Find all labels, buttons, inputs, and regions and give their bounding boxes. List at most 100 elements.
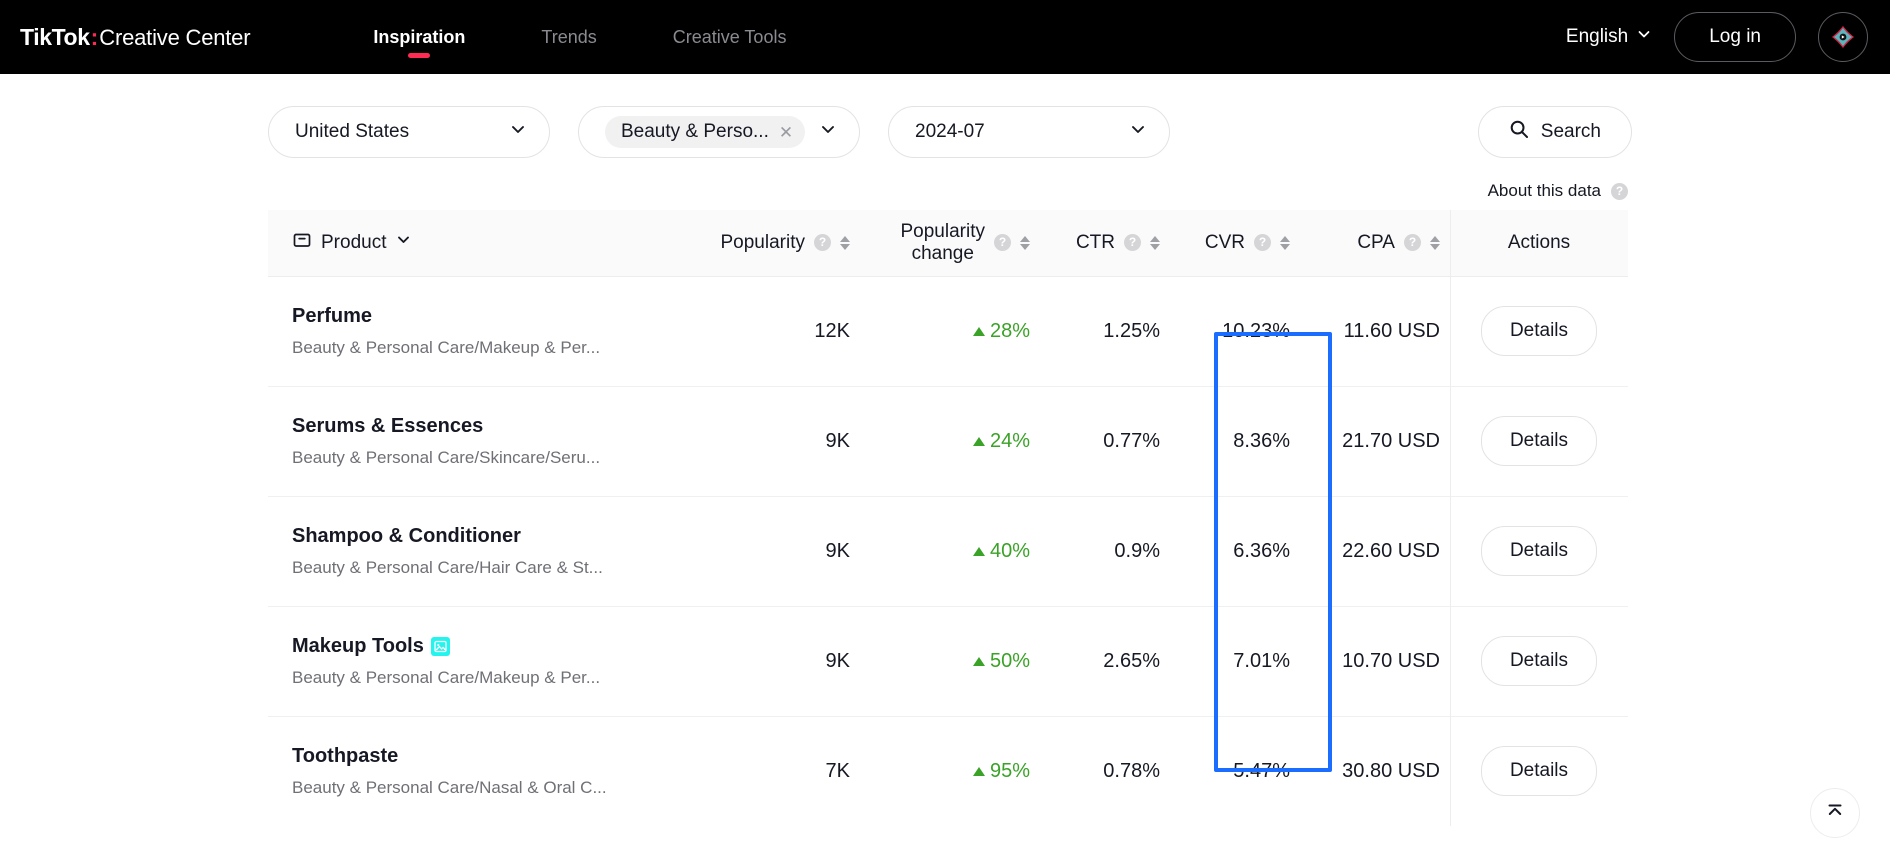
brand-creative-center-text: Creative Center (99, 24, 251, 50)
product-name: Perfume (292, 305, 636, 328)
category-chip: Beauty & Perso... ✕ (605, 116, 806, 148)
product-cell: Shampoo & Conditioner Beauty & Personal … (268, 496, 636, 606)
product-cell: Perfume Beauty & Personal Care/Makeup & … (268, 276, 636, 386)
table-row[interactable]: Serums & Essences Beauty & Personal Care… (268, 386, 1628, 496)
popularity-change-value: 24% (989, 430, 1030, 452)
chevron-down-icon (1129, 120, 1147, 144)
cvr-cell: 7.01% (1233, 649, 1290, 672)
search-button[interactable]: Search (1477, 106, 1632, 158)
popularity-change-cell: 40% (860, 496, 1040, 606)
cvr-cell: 8.36% (1233, 429, 1290, 452)
main-content: United States Beauty & Perso... ✕ 2024-0… (0, 74, 1890, 838)
category-select[interactable]: Beauty & Perso... ✕ (578, 106, 860, 158)
ctr-cell: 0.77% (1103, 429, 1160, 452)
chevron-down-icon[interactable] (395, 231, 412, 254)
product-cell: Makeup Tools Beauty & Personal Care/Make… (268, 606, 636, 716)
product-category: Beauty & Personal Care/Hair Care & St... (292, 557, 603, 577)
product-name: Toothpaste (292, 745, 636, 768)
popularity-cell: 7K (825, 759, 850, 782)
back-to-top-button[interactable] (1810, 788, 1860, 838)
cvr-cell: 10.23% (1222, 319, 1290, 342)
trend-up-icon (972, 437, 985, 446)
help-icon[interactable]: ? (814, 234, 831, 252)
cpa-cell: 21.70 USD (1342, 429, 1440, 452)
table-row[interactable]: Toothpaste Beauty & Personal Care/Nasal … (268, 716, 1628, 826)
products-table-container: Product Popularity ? Popularity change ?… (268, 210, 1628, 826)
popularity-change-cell: 50% (860, 606, 1040, 716)
sort-icon[interactable] (1430, 235, 1440, 250)
product-cell: Serums & Essences Beauty & Personal Care… (268, 386, 636, 496)
popularity-change-value: 95% (989, 760, 1030, 783)
country-select[interactable]: United States (268, 106, 550, 158)
products-table: Product Popularity ? Popularity change ?… (268, 210, 1628, 826)
login-button[interactable]: Log in (1674, 12, 1796, 62)
ctr-cell: 0.78% (1103, 759, 1160, 782)
column-header-product-label: Product (321, 231, 387, 253)
cpa-cell: 22.60 USD (1342, 539, 1440, 562)
table-row[interactable]: Makeup Tools Beauty & Personal Care/Make… (268, 606, 1628, 716)
top-navigation-bar: TikTok : Creative Center Inspiration Tre… (0, 0, 1890, 74)
details-button[interactable]: Details (1480, 526, 1598, 576)
actions-cell: Details (1450, 606, 1628, 716)
product-category: Beauty & Personal Care/Makeup & Per... (292, 337, 601, 357)
actions-cell: Details (1450, 276, 1628, 386)
nav-item-trends[interactable]: Trends (519, 0, 618, 74)
actions-cell: Details (1450, 386, 1628, 496)
column-header-product[interactable]: Product (268, 210, 636, 277)
chevron-down-icon (509, 120, 527, 144)
help-icon[interactable]: ? (1404, 234, 1421, 252)
column-header-ctr[interactable]: CTR ? (1040, 210, 1170, 277)
popularity-cell: 9K (825, 539, 850, 562)
about-this-data-label: About this data (1487, 181, 1601, 200)
column-header-cvr[interactable]: CVR ? (1170, 210, 1300, 277)
table-body: Perfume Beauty & Personal Care/Makeup & … (268, 276, 1628, 826)
sort-icon[interactable] (1280, 235, 1290, 250)
brand-logo[interactable]: TikTok : Creative Center (20, 24, 251, 51)
cvr-cell: 6.36% (1233, 539, 1290, 562)
actions-cell: Details (1450, 496, 1628, 606)
trend-up-icon (972, 547, 985, 556)
nav-item-inspiration[interactable]: Inspiration (351, 0, 487, 74)
column-header-actions: Actions (1450, 210, 1628, 277)
product-name-text: Serums & Essences (292, 414, 484, 437)
help-icon[interactable]: ? (994, 234, 1011, 252)
table-header-row: Product Popularity ? Popularity change ?… (268, 210, 1628, 277)
popularity-change-cell: 28% (860, 276, 1040, 386)
cvr-cell: 5.47% (1233, 759, 1290, 782)
product-category: Beauty & Personal Care/Nasal & Oral C... (292, 777, 607, 797)
product-cell: Toothpaste Beauty & Personal Care/Nasal … (268, 716, 636, 826)
table-head: Product Popularity ? Popularity change ?… (268, 210, 1628, 277)
nav-item-creative-tools[interactable]: Creative Tools (651, 0, 809, 74)
column-header-popularity[interactable]: Popularity ? (636, 210, 860, 277)
language-selector[interactable]: English (1566, 26, 1652, 48)
close-icon[interactable]: ✕ (779, 124, 793, 141)
table-row[interactable]: Shampoo & Conditioner Beauty & Personal … (268, 496, 1628, 606)
primary-nav-links: Inspiration Trends Creative Tools (335, 0, 824, 74)
column-header-popularity-change[interactable]: Popularity change ? (860, 210, 1040, 277)
help-icon[interactable]: ? (1254, 234, 1271, 252)
popularity-change-cell: 95% (860, 716, 1040, 826)
product-name-text: Shampoo & Conditioner (292, 524, 521, 547)
details-button[interactable]: Details (1480, 306, 1598, 356)
trend-up-icon (972, 327, 985, 336)
help-icon[interactable]: ? (1611, 182, 1628, 200)
product-name-text: Toothpaste (292, 744, 399, 767)
table-row[interactable]: Perfume Beauty & Personal Care/Makeup & … (268, 276, 1628, 386)
popularity-change-line2: change (911, 242, 974, 264)
column-header-actions-label: Actions (1507, 231, 1571, 253)
product-name: Makeup Tools (292, 635, 636, 658)
country-select-value: United States (295, 121, 410, 142)
column-header-cpa[interactable]: CPA ? (1300, 210, 1450, 277)
date-select[interactable]: 2024-07 (888, 106, 1170, 158)
help-icon[interactable]: ? (1124, 234, 1141, 252)
details-button[interactable]: Details (1480, 636, 1598, 686)
about-this-data[interactable]: About this data ? (1488, 181, 1628, 201)
column-header-ctr-label: CTR (1075, 231, 1115, 253)
popularity-change-value: 28% (989, 320, 1030, 342)
sort-icon[interactable] (1020, 235, 1030, 250)
avatar[interactable] (1818, 12, 1868, 62)
sort-icon[interactable] (1150, 235, 1160, 250)
details-button[interactable]: Details (1480, 746, 1598, 797)
details-button[interactable]: Details (1480, 416, 1598, 466)
sort-icon[interactable] (840, 235, 850, 250)
